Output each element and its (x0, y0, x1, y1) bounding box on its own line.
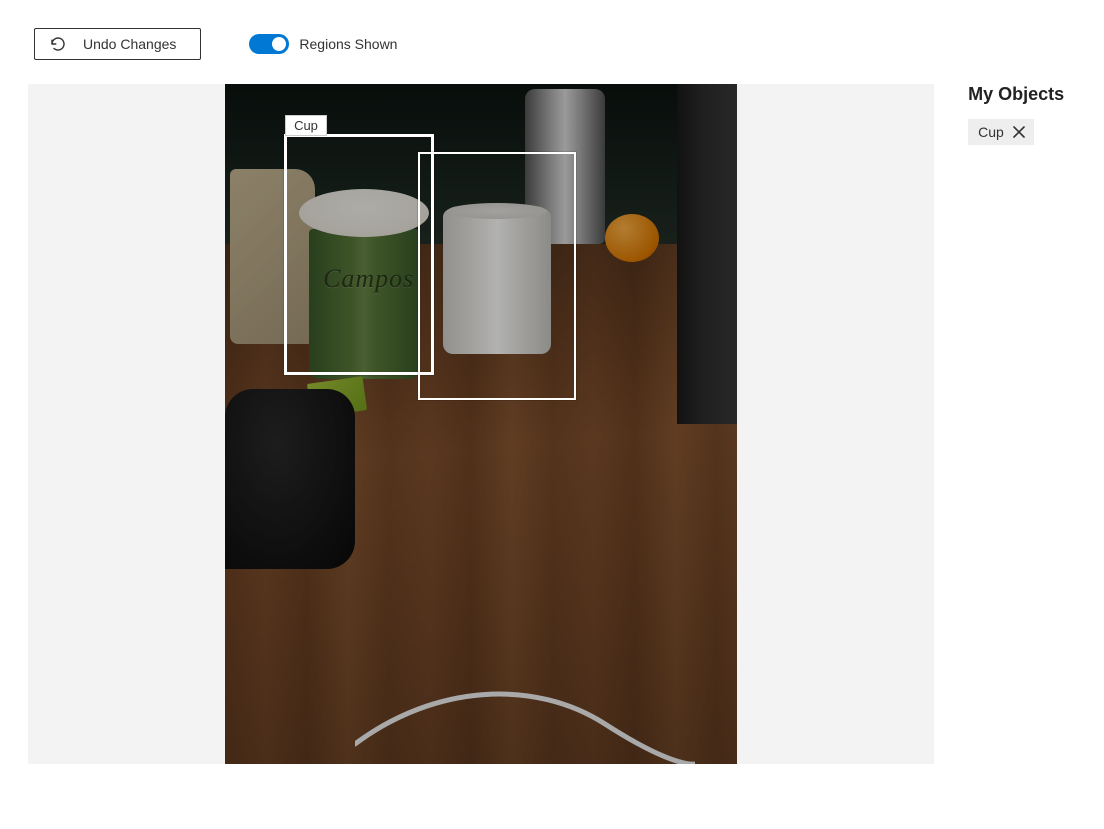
undo-label: Undo Changes (83, 36, 176, 52)
scene-orange (605, 214, 659, 262)
close-icon[interactable] (1012, 125, 1026, 139)
sidebar-title: My Objects (968, 84, 1104, 105)
object-tag-label: Cup (978, 124, 1004, 140)
undo-icon (49, 36, 65, 52)
bounding-box-cup-1[interactable]: Cup (284, 134, 434, 375)
objects-sidebar: My Objects Cup (934, 84, 1104, 764)
image-container: Campos Cup (28, 84, 934, 764)
main-area: Campos Cup My Objects Cup (0, 84, 1104, 764)
image-canvas[interactable]: Campos Cup (225, 84, 737, 764)
object-tag-cup[interactable]: Cup (968, 119, 1034, 145)
scene-monitor (677, 84, 737, 424)
toggle-knob (272, 37, 286, 51)
bounding-box-cup-2[interactable] (418, 152, 576, 400)
bounding-box-label: Cup (285, 115, 327, 136)
regions-toggle-label: Regions Shown (299, 36, 397, 52)
regions-toggle-group: Regions Shown (249, 34, 397, 54)
undo-button[interactable]: Undo Changes (34, 28, 201, 60)
scene-cable (355, 674, 695, 764)
toolbar: Undo Changes Regions Shown (0, 0, 1104, 60)
scene-black-case (225, 389, 355, 569)
regions-toggle[interactable] (249, 34, 289, 54)
